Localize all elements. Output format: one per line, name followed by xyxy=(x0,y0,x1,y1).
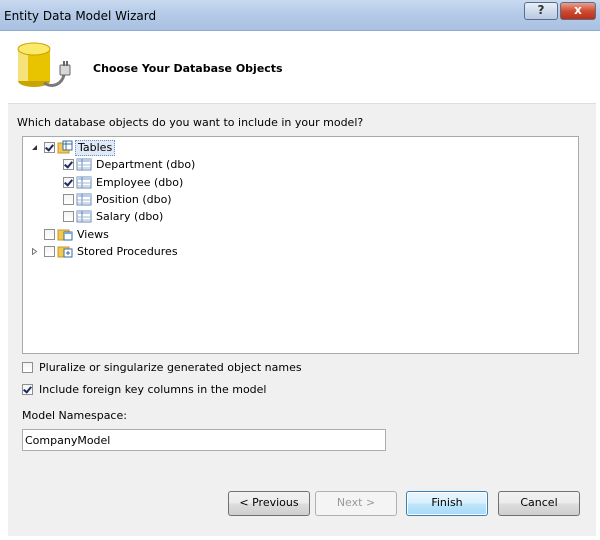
tree-label-salary: Salary (dbo) xyxy=(96,210,164,223)
tree-node-stored-procedures[interactable]: Stored Procedures xyxy=(31,243,231,260)
wizard-header: Choose Your Database Objects xyxy=(8,31,596,104)
expanded-arrow-icon[interactable] xyxy=(31,144,38,151)
tables-folder-icon xyxy=(57,140,73,154)
database-connection-icon xyxy=(17,42,71,87)
tree-node-tables[interactable]: Tables xyxy=(31,139,231,156)
tree-label-stored-procedures: Stored Procedures xyxy=(77,245,178,258)
salary-checkbox[interactable] xyxy=(63,211,74,222)
cancel-button[interactable]: Cancel xyxy=(498,491,580,516)
employee-checkbox[interactable] xyxy=(63,177,74,188)
window-title: Entity Data Model Wizard xyxy=(4,9,157,23)
tree-label-tables: Tables xyxy=(75,140,116,156)
model-namespace-label: Model Namespace: xyxy=(22,409,127,422)
views-checkbox[interactable] xyxy=(44,229,55,240)
tree-label-position: Position (dbo) xyxy=(96,193,172,206)
table-icon xyxy=(76,176,92,189)
pluralize-checkbox[interactable] xyxy=(22,362,33,373)
tree-label-views: Views xyxy=(77,228,109,241)
tree-node-position[interactable]: Position (dbo) xyxy=(63,191,263,208)
tree-node-views[interactable]: Views xyxy=(44,226,244,243)
tables-checkbox[interactable] xyxy=(44,142,55,153)
close-icon: x xyxy=(574,3,582,17)
title-bar: Entity Data Model Wizard ? x xyxy=(0,0,600,31)
help-button[interactable]: ? xyxy=(524,2,558,20)
tree-node-salary[interactable]: Salary (dbo) xyxy=(63,208,263,225)
table-icon xyxy=(76,210,92,223)
tree-label-department: Department (dbo) xyxy=(96,158,196,171)
previous-button[interactable]: < Previous xyxy=(228,491,310,516)
foreign-keys-label: Include foreign key columns in the model xyxy=(39,383,267,396)
tree-node-employee[interactable]: Employee (dbo) xyxy=(63,174,263,191)
close-button[interactable]: x xyxy=(560,2,596,20)
tree-label-employee: Employee (dbo) xyxy=(96,176,184,189)
table-icon xyxy=(76,193,92,206)
help-icon: ? xyxy=(537,3,545,17)
tree-question-label: Which database objects do you want to in… xyxy=(17,116,364,129)
finish-button[interactable]: Finish xyxy=(406,491,488,516)
pluralize-label: Pluralize or singularize generated objec… xyxy=(39,361,302,374)
stored-procedures-checkbox[interactable] xyxy=(44,246,55,257)
procedures-folder-icon xyxy=(57,246,73,258)
foreign-keys-checkbox[interactable] xyxy=(22,384,33,395)
database-objects-tree[interactable]: Tables Department (dbo) Employee (dbo) P… xyxy=(22,136,579,354)
pluralize-option[interactable]: Pluralize or singularize generated objec… xyxy=(22,360,342,376)
next-button[interactable]: Next > xyxy=(315,491,397,516)
views-folder-icon xyxy=(57,229,73,241)
department-checkbox[interactable] xyxy=(63,159,74,170)
position-checkbox[interactable] xyxy=(63,194,74,205)
tree-node-department[interactable]: Department (dbo) xyxy=(63,156,263,173)
model-namespace-input[interactable] xyxy=(22,429,386,451)
table-icon xyxy=(76,158,92,171)
foreign-keys-option[interactable]: Include foreign key columns in the model xyxy=(22,382,342,398)
collapsed-arrow-icon[interactable] xyxy=(31,248,38,255)
page-title: Choose Your Database Objects xyxy=(93,62,283,75)
